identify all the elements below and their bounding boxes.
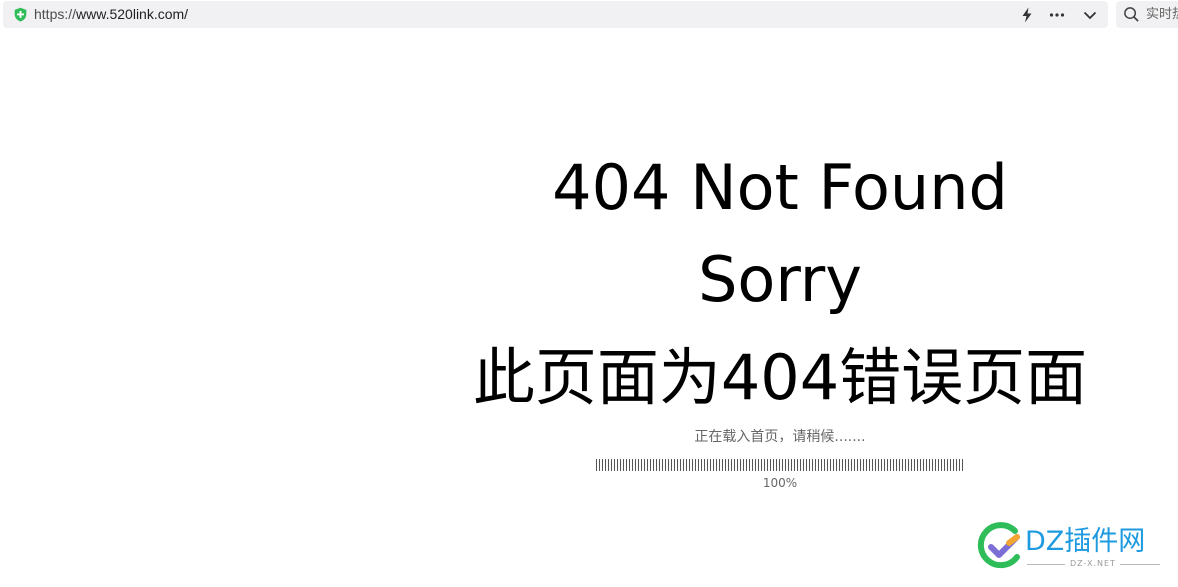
chevron-down-icon[interactable]: [1081, 6, 1099, 24]
dz-logo-icon: [977, 522, 1020, 569]
progress-bar: [596, 459, 964, 471]
search-input[interactable]: 实时热: [1146, 6, 1178, 23]
page-subtitle: Sorry: [698, 243, 862, 316]
progress-percent: 100%: [762, 476, 798, 490]
address-bar[interactable]: https://www.520link.com/: [3, 1, 1108, 28]
browser-toolbar: https://www.520link.com/ 实时热: [0, 0, 1178, 30]
watermark-divider-right: [1120, 564, 1160, 565]
shield-icon[interactable]: [13, 7, 28, 22]
loading-text: 正在载入首页，请稍候.......: [694, 429, 866, 445]
more-icon[interactable]: [1048, 6, 1066, 24]
url-text[interactable]: https://www.520link.com/: [34, 5, 188, 24]
search-box[interactable]: 实时热: [1116, 1, 1178, 28]
lightning-icon[interactable]: [1018, 6, 1036, 24]
url-scheme: https://: [34, 6, 77, 22]
error-message: 此页面为404错误页面: [472, 341, 1088, 414]
watermark-divider-left: [1027, 564, 1065, 565]
search-icon[interactable]: [1123, 6, 1140, 23]
page-title: 404 Not Found: [552, 151, 1008, 224]
watermark-brand: DZ插件网: [1025, 526, 1146, 557]
error-content: 404 Not Found Sorry 此页面为404错误页面 正在载入首页，请…: [470, 145, 1090, 491]
url-host: www.520link.com/: [76, 6, 189, 22]
watermark-logo: DZ插件网 DZ-X.NET: [975, 517, 1165, 577]
watermark-domain: DZ-X.NET: [1070, 559, 1116, 568]
